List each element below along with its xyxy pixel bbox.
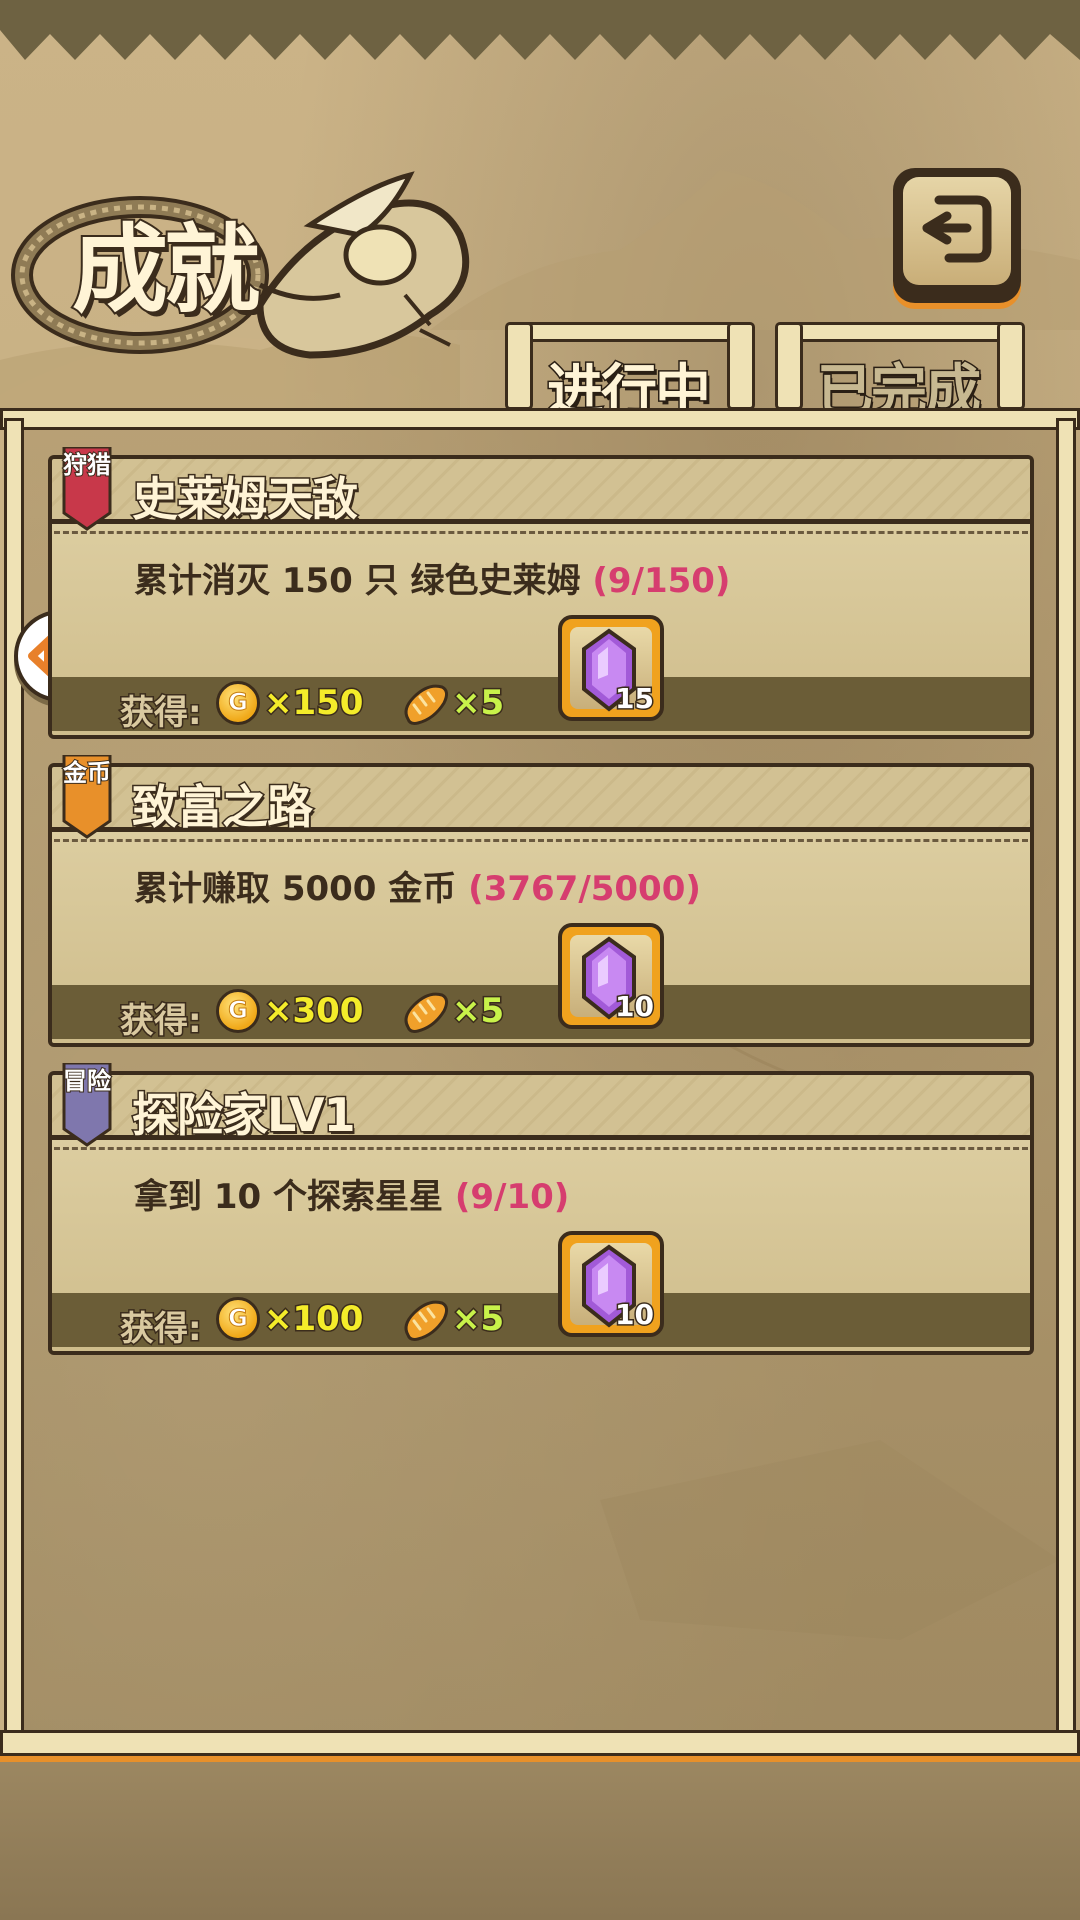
coin-reward-amount: ×300 (262, 990, 364, 1033)
achievement-description: 累计赚取 5000 金币 (3767/5000) (134, 869, 701, 909)
coin-reward-amount: ×100 (262, 1298, 364, 1341)
gem-reward-slot[interactable]: 15 (558, 615, 664, 721)
gem-reward-slot[interactable]: 10 (558, 1231, 664, 1337)
reward-label: 获得: (119, 1000, 204, 1043)
coin-icon: G (216, 1297, 260, 1341)
gem-reward-slot[interactable]: 10 (558, 923, 664, 1029)
torn-paper-edge (0, 0, 1080, 60)
bread-reward-amount: ×5 (450, 1298, 505, 1341)
achievement-card[interactable]: 金币 致富之路 累计赚取 5000 金币 (3767/5000) 获得: G ×… (48, 755, 1034, 1047)
achievement-progress: (9/10) (454, 1177, 570, 1217)
achievement-title: 探险家LV1 (131, 1087, 358, 1144)
coin-reward-amount: ×150 (262, 682, 364, 725)
achievement-description: 拿到 10 个探索星星 (9/10) (134, 1177, 570, 1217)
coin-icon: G (216, 989, 260, 1033)
achievement-title: 致富之路 (131, 779, 315, 836)
bottom-ground (0, 1760, 1080, 1920)
gem-reward-count: 15 (614, 681, 656, 717)
achievement-description: 累计消灭 150 只 绿色史莱姆 (9/150) (134, 561, 731, 601)
achievement-card[interactable]: 冒险 探险家LV1 拿到 10 个探索星星 (9/10) 获得: G ×100 … (48, 1063, 1034, 1355)
bread-reward-amount: ×5 (450, 990, 505, 1033)
achievement-progress: (9/150) (592, 561, 731, 601)
tab-completed[interactable]: 已完成 (775, 322, 1025, 426)
reward-label: 获得: (119, 692, 204, 735)
category-ribbon (62, 755, 112, 839)
back-arrow-icon (922, 195, 992, 263)
coin-icon: G (216, 681, 260, 725)
achievement-card[interactable]: 狩猎 史莱姆天敌 累计消灭 150 只 绿色史莱姆 (9/150) 获得: G … (48, 447, 1034, 739)
gem-reward-count: 10 (614, 1297, 656, 1333)
tab-in-progress[interactable]: 进行中 (505, 322, 755, 426)
category-ribbon (62, 447, 112, 531)
bread-reward-amount: ×5 (450, 682, 505, 725)
bread-icon (404, 1300, 449, 1341)
bread-icon (404, 684, 449, 725)
page-title: 成就 (70, 212, 262, 328)
achievement-progress: (3767/5000) (468, 869, 701, 909)
reward-label: 获得: (119, 1308, 204, 1351)
category-ribbon (62, 1063, 112, 1147)
bread-icon (404, 992, 449, 1033)
achievement-title: 史莱姆天敌 (131, 471, 360, 528)
gem-reward-count: 10 (614, 989, 656, 1025)
back-button[interactable] (893, 168, 1021, 303)
